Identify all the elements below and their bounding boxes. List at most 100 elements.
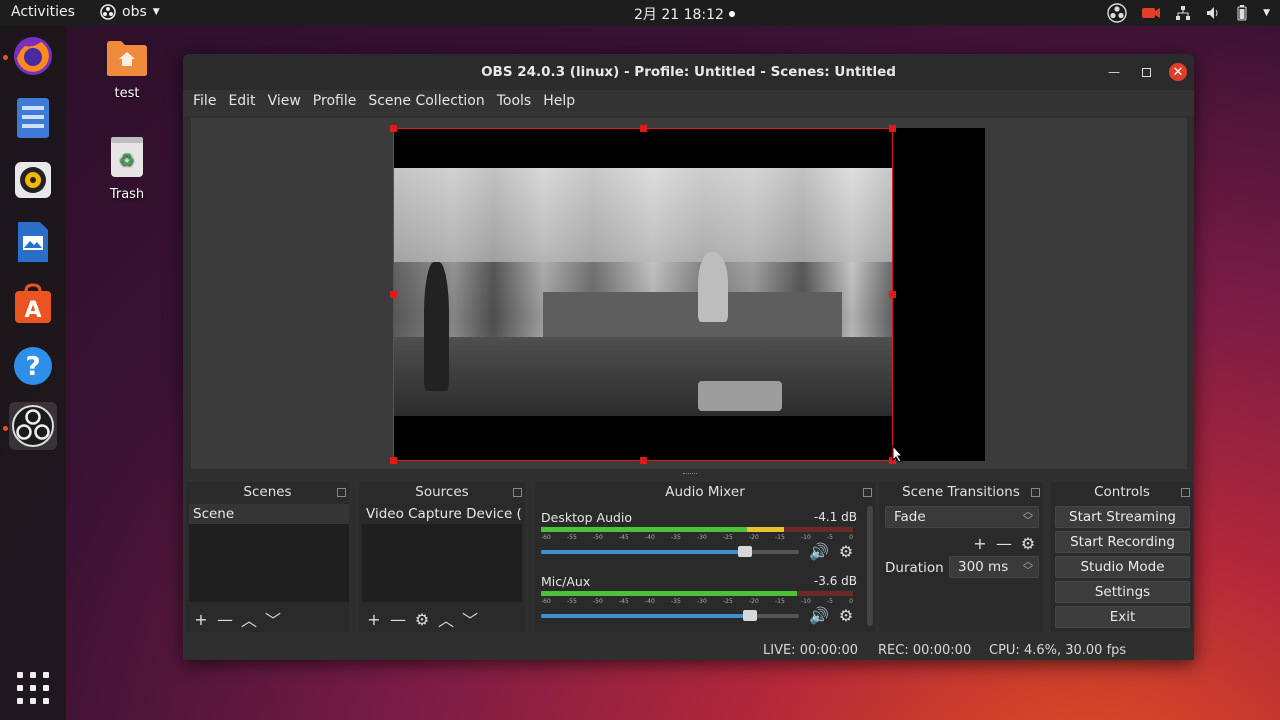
source-item[interactable]: Video Capture Device (V xyxy=(362,504,522,524)
duration-value: 300 ms xyxy=(958,559,1009,575)
gear-icon[interactable]: ⚙ xyxy=(1019,534,1037,553)
spinner-arrows-icon[interactable]: ︿ ﹀ xyxy=(1023,558,1033,577)
rec-status: REC: 00:00:00 xyxy=(878,643,972,658)
desktop-icon-label: test xyxy=(114,86,140,101)
trash-icon: ♻ xyxy=(92,135,162,183)
start-streaming-button[interactable]: Start Streaming xyxy=(1055,506,1190,528)
activities-button[interactable]: Activities xyxy=(11,4,75,20)
system-tray: ▼ xyxy=(1107,2,1270,24)
speaker-icon[interactable]: 🔊 xyxy=(809,542,829,561)
undock-icon[interactable] xyxy=(863,488,872,497)
resize-handle[interactable] xyxy=(889,125,896,132)
files-icon[interactable] xyxy=(9,94,57,142)
transition-select[interactable]: Fade ︿ ﹀ xyxy=(885,506,1039,528)
add-icon[interactable]: + xyxy=(971,534,989,553)
volume-slider[interactable] xyxy=(541,610,799,621)
sources-panel: Sources Video Capture Device (V + — ⚙ ︿ … xyxy=(359,482,525,632)
remove-icon[interactable]: — xyxy=(216,610,234,629)
gear-icon[interactable]: ⚙ xyxy=(839,542,853,561)
software-center-icon[interactable]: A xyxy=(9,280,57,328)
menu-view[interactable]: View xyxy=(268,90,308,116)
mixer-scrollbar[interactable] xyxy=(867,506,873,626)
transitions-toolbar: + — ⚙ xyxy=(971,534,1037,553)
running-indicator-icon xyxy=(3,426,8,431)
desktop-folder-test[interactable]: test xyxy=(92,38,162,101)
menu-help[interactable]: Help xyxy=(543,90,582,116)
gear-icon[interactable]: ⚙ xyxy=(839,606,853,625)
controls-panel: Controls Start Streaming Start Recording… xyxy=(1051,482,1193,632)
add-icon[interactable]: + xyxy=(365,610,383,629)
add-icon[interactable]: + xyxy=(192,610,210,629)
maximize-button[interactable] xyxy=(1137,63,1155,81)
meter-ticks: -60 -55 -50 -45 -40 -35 -30 -25 -20 -15 -10 -5 0 xyxy=(541,534,853,541)
battery-icon[interactable] xyxy=(1235,5,1249,21)
show-applications-icon[interactable] xyxy=(17,672,49,704)
resize-handle[interactable] xyxy=(889,291,896,298)
scene-transitions-panel: Scene Transitions Fade ︿ ﹀ + — ⚙ Duration… xyxy=(879,482,1043,632)
running-indicator-icon xyxy=(3,55,8,60)
menu-edit[interactable]: Edit xyxy=(228,90,262,116)
exit-button[interactable]: Exit xyxy=(1055,606,1190,628)
volume-meter xyxy=(541,591,853,596)
menu-profile[interactable]: Profile xyxy=(313,90,364,116)
move-down-icon[interactable]: ﹀ xyxy=(264,610,282,630)
preview-area[interactable] xyxy=(191,118,1187,469)
rhythmbox-icon[interactable] xyxy=(9,156,57,204)
menu-tools[interactable]: Tools xyxy=(497,90,539,116)
gear-icon[interactable]: ⚙ xyxy=(413,610,431,629)
undock-icon[interactable] xyxy=(337,488,346,497)
menu-scene-collection[interactable]: Scene Collection xyxy=(368,90,491,116)
sources-list[interactable]: Video Capture Device (V xyxy=(362,504,522,602)
desktop-trash[interactable]: ♻ Trash xyxy=(92,135,162,202)
chevron-down-icon: ▼ xyxy=(152,7,160,17)
slider-handle[interactable] xyxy=(742,610,757,621)
menu-file[interactable]: File xyxy=(193,90,223,116)
remove-icon[interactable]: — xyxy=(389,610,407,629)
libreoffice-writer-icon[interactable] xyxy=(9,218,57,266)
resize-handle[interactable] xyxy=(390,125,397,132)
undock-icon[interactable] xyxy=(1031,488,1040,497)
resize-handle[interactable] xyxy=(640,125,647,132)
settings-button[interactable]: Settings xyxy=(1055,581,1190,603)
spinner-arrows-icon: ︿ ﹀ xyxy=(1023,507,1033,527)
system-menu-chevron-icon[interactable]: ▼ xyxy=(1263,8,1270,18)
help-icon[interactable]: ? xyxy=(9,342,57,390)
resize-handle[interactable] xyxy=(390,457,397,464)
move-up-icon[interactable]: ︿ xyxy=(437,610,455,630)
slider-handle[interactable] xyxy=(737,546,752,557)
splitter-handle[interactable] xyxy=(683,473,697,476)
network-icon[interactable] xyxy=(1175,5,1191,21)
duration-spinbox[interactable]: 300 ms ︿ ﹀ xyxy=(949,556,1039,578)
firefox-icon[interactable] xyxy=(9,32,57,80)
undock-icon[interactable] xyxy=(513,488,522,497)
mixer-track-desktop-audio: Desktop Audio -4.1 dB -60 -55 -50 -45 -40 -35… xyxy=(541,510,857,561)
start-recording-button[interactable]: Start Recording xyxy=(1055,531,1190,553)
scenes-list[interactable]: Scene xyxy=(189,504,349,602)
move-up-icon[interactable]: ︿ xyxy=(240,610,258,630)
volume-slider[interactable] xyxy=(541,546,799,557)
source-selection-box[interactable] xyxy=(390,125,896,464)
obs-tray-icon[interactable] xyxy=(1107,3,1127,23)
scenes-toolbar: + — ︿ ﹀ xyxy=(192,610,282,631)
undock-icon[interactable] xyxy=(1181,488,1190,497)
remove-icon[interactable]: — xyxy=(995,534,1013,553)
move-down-icon[interactable]: ﹀ xyxy=(461,610,479,630)
close-button[interactable]: ✕ xyxy=(1169,63,1187,81)
home-folder-icon xyxy=(92,38,162,82)
resize-handle[interactable] xyxy=(640,457,647,464)
obs-icon[interactable] xyxy=(9,402,57,450)
speaker-icon[interactable]: 🔊 xyxy=(809,606,829,625)
resize-handle[interactable] xyxy=(390,291,397,298)
sources-toolbar: + — ⚙ ︿ ﹀ xyxy=(365,610,479,631)
studio-mode-button[interactable]: Studio Mode xyxy=(1055,556,1190,578)
notification-dot-icon xyxy=(728,11,735,17)
minimize-button[interactable]: — xyxy=(1105,63,1123,81)
audio-mixer-panel: Audio Mixer Desktop Audio -4.1 dB -60 -55… xyxy=(535,482,875,632)
status-bar: LIVE: 00:00:00 REC: 00:00:00 CPU: 4.6%, … xyxy=(183,640,1194,660)
app-menu[interactable]: obs ▼ xyxy=(100,4,160,20)
screen-record-icon[interactable] xyxy=(1141,6,1161,20)
scene-item[interactable]: Scene xyxy=(189,504,349,524)
clock[interactable]: 2月 21 18:12 xyxy=(634,4,735,24)
title-bar[interactable]: OBS 24.0.3 (linux) - Profile: Untitled -… xyxy=(183,54,1194,90)
volume-icon[interactable] xyxy=(1205,5,1221,21)
